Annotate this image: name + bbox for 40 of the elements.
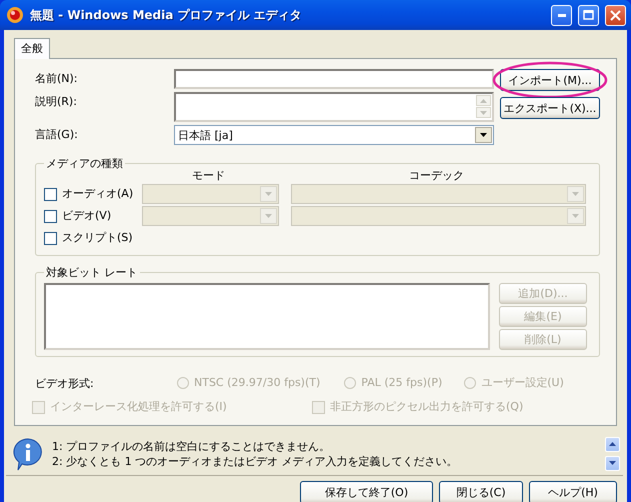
up-arrow-icon — [609, 442, 616, 446]
import-button[interactable]: インポート(M)... — [500, 69, 600, 91]
dialog-button[interactable]: 保存して終了(O) — [300, 481, 433, 502]
close-button[interactable] — [605, 4, 626, 26]
maximize-button[interactable] — [578, 4, 599, 26]
language-dropdown[interactable]: 日本語 [ja] — [174, 125, 494, 145]
export-button[interactable]: エクスポート(X)... — [500, 97, 600, 119]
message-text: 2: 少なくとも 1 つのオーディオまたはビデオ メディア入力を定義してください。 — [52, 454, 459, 468]
group-title: メディアの種類 — [45, 156, 124, 171]
message-text: 1: プロファイルの名前は空白にすることはできません。 — [52, 438, 332, 454]
bitrate-list[interactable] — [44, 283, 490, 350]
field-label: 名前(N): — [35, 71, 79, 86]
video-format-label: ビデオ形式: — [35, 376, 95, 391]
field-label: 説明(R): — [35, 94, 78, 109]
down-arrow-icon — [265, 192, 272, 196]
maximize-icon — [583, 10, 594, 20]
close-icon — [610, 10, 621, 20]
dialog-button[interactable]: 閉じる(C) — [439, 481, 523, 502]
down-arrow-icon — [572, 214, 579, 218]
down-arrow-icon — [609, 461, 616, 465]
down-arrow-icon — [480, 133, 487, 137]
column-header: モード — [191, 168, 226, 183]
tab[interactable]: 全般 — [14, 38, 50, 59]
minimize-icon — [558, 14, 566, 16]
media-checkbox[interactable]: スクリプト(S) — [44, 230, 133, 246]
dialog-button[interactable]: ヘルプ(H) — [529, 481, 617, 502]
group-title: 対象ビット レート — [45, 265, 138, 280]
field-label: 言語(G): — [35, 127, 79, 142]
column-header: コーデック — [408, 168, 465, 183]
info-icon — [12, 436, 44, 470]
window-title: 無題 - Windows Media プロファイル エディタ — [30, 6, 303, 24]
name-field[interactable] — [174, 69, 494, 89]
down-arrow-icon — [572, 192, 579, 196]
minimize-button[interactable] — [551, 4, 572, 26]
media-checkbox[interactable]: ビデオ(V) — [44, 208, 112, 224]
up-arrow-icon — [480, 98, 487, 102]
down-arrow-icon — [480, 110, 487, 114]
media-checkbox[interactable]: オーディオ(A) — [44, 186, 134, 202]
app-icon — [6, 6, 24, 24]
down-arrow-icon — [265, 214, 272, 218]
